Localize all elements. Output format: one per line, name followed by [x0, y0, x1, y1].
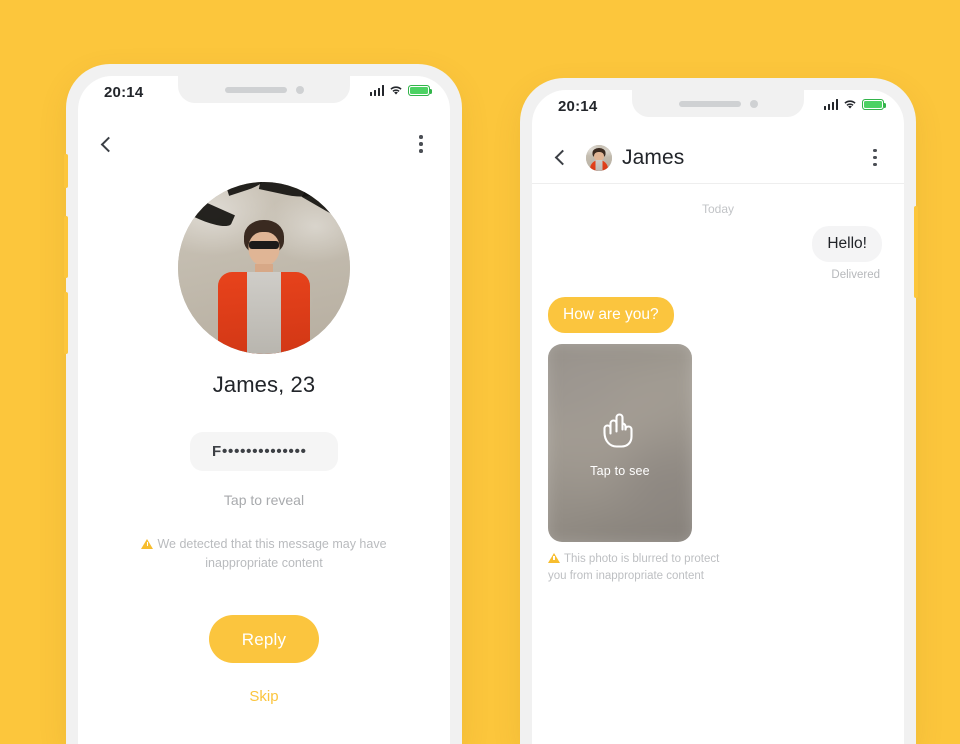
back-button[interactable]	[552, 149, 570, 167]
warning-triangle-icon	[548, 553, 560, 563]
contact-avatar[interactable]	[586, 144, 612, 171]
earpiece-speaker	[678, 100, 741, 107]
kebab-dot	[419, 142, 423, 146]
masked-message-text: F••••••••••••••	[212, 443, 307, 460]
profile-content: James, 23 F•••••••••••••• Tap to reveal …	[78, 170, 450, 709]
chat-contact-name: James	[622, 145, 685, 169]
battery-icon	[862, 99, 887, 110]
blurred-photo-message[interactable]: Tap to see	[548, 344, 692, 542]
phone-volume-down-button[interactable]	[64, 292, 68, 354]
signal-bars-icon	[369, 85, 384, 96]
chat-day-divider: Today	[701, 202, 735, 216]
battery-icon	[408, 85, 433, 96]
status-icons	[823, 99, 887, 110]
earpiece-speaker	[224, 86, 287, 93]
kebab-dot	[419, 149, 423, 153]
message-bubble[interactable]: Hello!	[812, 226, 882, 262]
photo-face	[248, 232, 280, 266]
kebab-dot	[873, 162, 877, 167]
front-camera-icon	[295, 85, 304, 94]
kebab-dot	[419, 135, 423, 139]
wifi-icon	[844, 100, 856, 109]
warning-triangle-icon	[141, 539, 154, 549]
status-time: 20:14	[558, 98, 598, 115]
tap-to-see-label: Tap to see	[590, 464, 650, 478]
phone-notch	[632, 90, 804, 117]
profile-name: James, 23	[212, 372, 316, 397]
back-button[interactable]	[98, 135, 116, 153]
message-row-incoming: How are you?	[548, 297, 888, 333]
warning-text: This photo is blurred to protect you fro…	[548, 553, 720, 583]
reply-button[interactable]: Reply	[209, 614, 319, 663]
status-time: 20:14	[104, 84, 144, 101]
photo-gray-shirt	[595, 159, 603, 171]
overflow-menu-button[interactable]	[866, 148, 884, 167]
kebab-dot	[873, 148, 877, 153]
blurred-photo-warning: This photo is blurred to protect you fro…	[548, 551, 730, 586]
phone-notch	[178, 76, 350, 103]
wifi-icon	[390, 86, 402, 95]
masked-message-field[interactable]: F••••••••••••••	[190, 432, 338, 471]
photo-gray-shirt	[247, 272, 281, 354]
tap-hand-icon	[599, 408, 641, 454]
chat-message-list: Today Hello! Delivered How are you? Tap …	[532, 202, 904, 586]
appbar-profile	[78, 118, 450, 170]
screen-profile: 20:14 James, 23 F•••••••••••••• Tap to r…	[78, 76, 450, 744]
warning-text: We detected that this message may have i…	[157, 537, 387, 571]
status-bar-left: 20:14	[78, 76, 450, 118]
appbar-chat: James	[532, 132, 904, 184]
phone-device-left: 20:14 James, 23 F•••••••••••••• Tap to r…	[64, 64, 462, 744]
photo-sunglasses	[249, 241, 279, 249]
blurred-photo-overlay: Tap to see	[548, 344, 692, 542]
phone-device-right: 20:14 James Today Hello! Delivered How a…	[520, 78, 918, 744]
kebab-dot	[873, 155, 877, 160]
tap-to-reveal-label[interactable]: Tap to reveal	[78, 492, 450, 508]
screen-chat: 20:14 James Today Hello! Delivered How a…	[532, 90, 904, 744]
message-bubble[interactable]: How are you?	[548, 297, 674, 333]
inappropriate-content-warning: We detected that this message may have i…	[78, 535, 450, 574]
skip-button[interactable]: Skip	[239, 684, 288, 709]
status-bar-right: 20:14	[532, 90, 904, 132]
status-icons	[369, 85, 433, 96]
overflow-menu-button[interactable]	[412, 135, 430, 153]
front-camera-icon	[749, 99, 758, 108]
phone-mute-switch[interactable]	[64, 154, 68, 188]
phone-power-button[interactable]	[914, 206, 918, 298]
profile-avatar[interactable]	[178, 182, 350, 354]
signal-bars-icon	[823, 99, 838, 110]
message-delivery-status: Delivered	[831, 269, 880, 281]
message-row-outgoing: Hello!	[548, 226, 888, 262]
phone-volume-up-button[interactable]	[64, 216, 68, 278]
